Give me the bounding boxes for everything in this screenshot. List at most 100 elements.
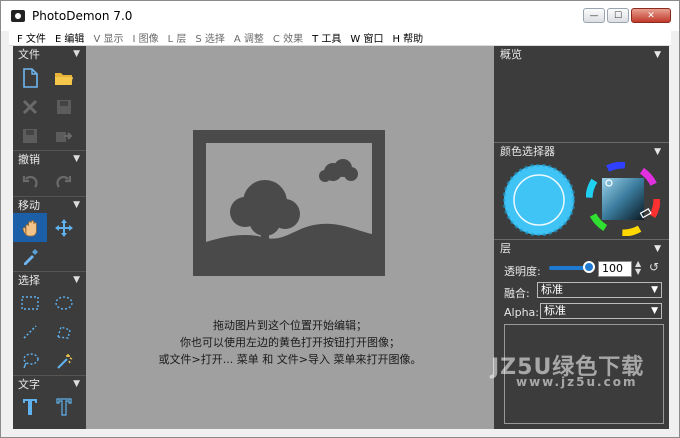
open-folder-icon (55, 72, 73, 85)
open-image-button[interactable] (47, 63, 81, 92)
menu-bar: F 文件 E 编辑 V 显示 I 图像 L 层 S 选择 A 调整 C 效果 T… (9, 30, 671, 46)
color-selector-label: 颜色选择器 (500, 145, 555, 158)
menu-effects[interactable]: C 效果 (273, 30, 303, 45)
reset-icon[interactable]: ↺ (649, 260, 659, 274)
polygon-select-button[interactable] (47, 317, 81, 346)
color-selector-header[interactable]: 颜色选择器 ▼ (494, 143, 669, 161)
chevron-down-icon: ▼ (73, 154, 80, 164)
section-undo-label: 撤销 (18, 153, 40, 166)
overview-label: 概览 (500, 48, 522, 61)
section-move[interactable]: 移动 ▼ (13, 196, 86, 213)
menu-view[interactable]: V 显示 (93, 30, 123, 45)
blend-mode-dropdown[interactable]: 标准 ▼ (537, 282, 662, 298)
title-bar: PhotoDemon 7.0 — ☐ ✕ (1, 1, 679, 31)
menu-select[interactable]: S 选择 (195, 30, 225, 45)
lasso-select-button[interactable] (13, 346, 47, 375)
overview-header[interactable]: 概览 ▼ (494, 46, 669, 64)
undo-button[interactable] (13, 167, 47, 196)
blend-label: 融合: (504, 287, 530, 300)
undo-icon (22, 175, 38, 188)
section-select-label: 选择 (18, 274, 40, 287)
chevron-down-icon: ▼ (654, 50, 661, 60)
new-image-button[interactable] (13, 63, 47, 92)
toolbox-panel: 文件 ▼ 撤销 ▼ 移动 ▼ 选择 ▼ 文字 ▼ (13, 46, 86, 429)
menu-edit[interactable]: E 编辑 (55, 30, 85, 45)
alpha-mode-value: 标准 (544, 304, 566, 317)
ellipse-select-icon (55, 295, 73, 310)
redo-icon (56, 175, 72, 188)
hint-line-2: 你也可以使用左边的黄色打开按钮打开图像； (180, 336, 400, 349)
maximize-button[interactable]: ☐ (607, 8, 629, 23)
save-as-button[interactable] (13, 121, 47, 150)
line-select-icon (23, 324, 37, 339)
opacity-spinner[interactable]: ▲ ▼ (635, 260, 641, 276)
rectangle-select-icon (21, 295, 39, 310)
section-select[interactable]: 选择 ▼ (13, 271, 86, 288)
layers-header[interactable]: 层 ▼ (494, 240, 669, 258)
chevron-down-icon: ▼ (73, 200, 80, 210)
chevron-down-icon: ▼ (654, 244, 661, 254)
ellipse-select-button[interactable] (47, 288, 81, 317)
save-as-icon (23, 128, 37, 143)
rect-select-button[interactable] (13, 288, 47, 317)
image-placeholder-icon (193, 130, 385, 276)
alpha-mode-dropdown[interactable]: 标准 ▼ (540, 303, 662, 319)
magic-wand-icon (57, 353, 73, 369)
chevron-down-icon: ▼ (651, 306, 658, 316)
chevron-down-icon: ▼ (651, 285, 658, 295)
magic-wand-button[interactable] (47, 346, 81, 375)
color-wheel[interactable] (586, 162, 660, 236)
move-arrows-icon (55, 218, 73, 237)
opacity-label: 透明度: (504, 265, 541, 278)
menu-help[interactable]: H 帮助 (392, 30, 423, 45)
section-move-label: 移动 (18, 199, 40, 212)
window-controls: — ☐ ✕ (583, 8, 671, 23)
redo-button[interactable] (47, 167, 81, 196)
drop-hint-text: 拖动图片到这个位置开始编辑； 你也可以使用左边的黄色打开按钮打开图像； 或文件>… (86, 317, 494, 368)
section-text-label: 文字 (18, 378, 40, 391)
menu-file[interactable]: F 文件 (17, 30, 46, 45)
section-undo[interactable]: 撤销 ▼ (13, 150, 86, 167)
save-icon (57, 99, 71, 114)
chevron-down-icon: ▼ (73, 49, 80, 59)
text-tool-button[interactable] (13, 392, 47, 421)
camera-icon (11, 10, 25, 22)
watermark-url: www.jz5u.com (516, 375, 638, 389)
polygon-select-icon (57, 325, 71, 339)
eyedropper-icon (24, 248, 38, 265)
hint-line-1: 拖动图片到这个位置开始编辑； (213, 319, 367, 332)
typography-tool-button[interactable] (47, 392, 81, 421)
section-text[interactable]: 文字 ▼ (13, 375, 86, 392)
text-icon (23, 398, 37, 415)
minimize-button[interactable]: — (583, 8, 605, 23)
hint-line-3: 或文件>打开... 菜单 和 文件>导入 菜单来打开图像。 (158, 353, 422, 366)
blend-mode-value: 标准 (541, 283, 563, 296)
chevron-down-icon: ▼ (73, 379, 80, 389)
export-icon (56, 131, 73, 142)
menu-tools[interactable]: T 工具 (312, 30, 341, 45)
primary-color-swatch[interactable] (503, 164, 575, 236)
menu-layer[interactable]: L 层 (168, 30, 187, 45)
save-button[interactable] (47, 92, 81, 121)
line-select-button[interactable] (13, 317, 47, 346)
text-outline-icon (56, 397, 72, 416)
menu-image[interactable]: I 图像 (132, 30, 158, 45)
close-button[interactable]: ✕ (631, 8, 671, 23)
color-picker-tool-button[interactable] (13, 242, 47, 271)
hand-tool-button[interactable] (13, 213, 47, 242)
chevron-down-icon: ▼ (654, 147, 661, 157)
opacity-input[interactable]: 100 (598, 261, 632, 277)
close-image-button[interactable] (13, 92, 47, 121)
canvas-area[interactable]: 拖动图片到这个位置开始编辑； 你也可以使用左边的黄色打开按钮打开图像； 或文件>… (86, 46, 494, 429)
close-x-icon (22, 99, 38, 114)
alpha-label: Alpha: (504, 306, 539, 319)
move-tool-button[interactable] (47, 213, 81, 242)
opacity-slider-knob[interactable] (583, 261, 595, 273)
export-button[interactable] (47, 121, 81, 150)
lasso-icon (23, 352, 39, 368)
menu-adjust[interactable]: A 调整 (234, 30, 264, 45)
chevron-down-icon: ▼ (73, 275, 80, 285)
app-window: PhotoDemon 7.0 — ☐ ✕ F 文件 E 编辑 V 显示 I 图像… (0, 0, 680, 438)
section-file[interactable]: 文件 ▼ (13, 46, 86, 63)
menu-window[interactable]: W 窗口 (350, 30, 383, 45)
